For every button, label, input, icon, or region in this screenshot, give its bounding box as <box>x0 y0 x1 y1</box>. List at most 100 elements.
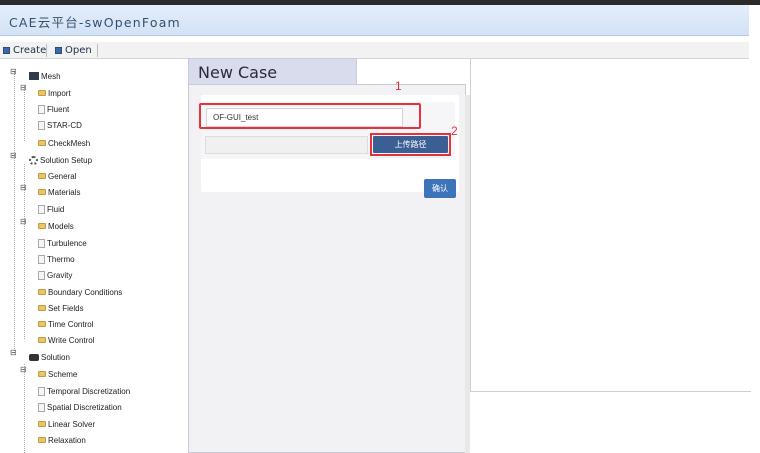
tree-item-boundary-conditions[interactable]: Boundary Conditions <box>38 286 122 298</box>
models-collapse-toggle[interactable]: ⊟ <box>20 217 27 226</box>
open-label: Open <box>65 45 92 56</box>
tree-item-label: Fluid <box>47 204 65 214</box>
tree-item-label: Gravity <box>47 270 73 280</box>
tree-item-label: Import <box>48 88 71 98</box>
file-icon <box>38 402 45 412</box>
tree-item-thermo[interactable]: Thermo <box>38 253 75 265</box>
file-icon <box>38 270 45 280</box>
folder-icon <box>38 289 46 295</box>
mesh-icon <box>29 72 39 80</box>
setup-collapse-toggle[interactable]: ⊟ <box>10 151 17 160</box>
app-title: CAE云平台-swOpenFoam <box>9 15 181 30</box>
tree-item-label: General <box>48 171 77 181</box>
tree-item-label: CheckMesh <box>48 138 91 148</box>
tree-item-label: Solution <box>41 352 70 362</box>
tree-item-label: Models <box>48 221 74 231</box>
tree-item-general[interactable]: General <box>38 170 76 182</box>
folder-icon <box>38 223 46 229</box>
folder-icon <box>38 371 46 377</box>
create-label: Create <box>13 45 47 56</box>
navigation-tree: ⊟ Mesh ⊟ Import Fluent STAR-CD CheckMesh… <box>0 62 186 453</box>
new-case-title: New Case <box>198 63 278 82</box>
toolbar: Create Open <box>0 42 749 59</box>
new-case-tab[interactable]: New Case <box>188 58 357 85</box>
tree-item-time-control[interactable]: Time Control <box>38 318 94 330</box>
tree-item-linear-solver[interactable]: Linear Solver <box>38 418 95 430</box>
file-icon <box>38 254 45 264</box>
tree-item-label: Mesh <box>41 71 61 81</box>
gear-icon <box>29 155 38 165</box>
tree-item-checkmesh[interactable]: CheckMesh <box>38 137 90 149</box>
title-bar: CAE云平台-swOpenFoam <box>0 5 749 36</box>
create-icon <box>3 47 10 54</box>
tree-item-scheme[interactable]: Scheme <box>38 368 77 380</box>
tree-item-label: Scheme <box>48 369 78 379</box>
folder-icon <box>38 305 46 311</box>
tree-item-label: Write Control <box>48 335 95 345</box>
confirm-button[interactable]: 确认 <box>424 179 456 198</box>
annotation-highlight-2 <box>370 133 451 156</box>
tree-item-label: Set Fields <box>48 303 84 313</box>
tree-guide <box>24 86 25 141</box>
tree-item-label: Fluent <box>47 104 70 114</box>
tree-item-turbulence[interactable]: Turbulence <box>38 237 87 249</box>
materials-collapse-toggle[interactable]: ⊟ <box>20 183 27 192</box>
folder-icon <box>38 173 46 179</box>
tree-item-spatial-discretization[interactable]: Spatial Discretization <box>38 401 122 413</box>
tree-item-temporal-discretization[interactable]: Temporal Discretization <box>38 385 130 397</box>
annotation-highlight-1 <box>199 103 421 129</box>
tree-item-materials[interactable]: Materials <box>38 186 80 198</box>
tree-item-label: STAR-CD <box>47 120 82 130</box>
tree-item-label: Relaxation <box>48 435 86 445</box>
tree-item-gravity[interactable]: Gravity <box>38 269 72 281</box>
annotation-label-2: 2 <box>451 124 458 138</box>
toolbar-separator <box>46 44 47 57</box>
tree-item-fluent[interactable]: Fluent <box>38 103 69 115</box>
folder-icon <box>38 421 46 427</box>
tree-item-models[interactable]: Models <box>38 220 74 232</box>
tree-item-solution-setup[interactable]: Solution Setup <box>29 154 92 166</box>
tree-item-starcd[interactable]: STAR-CD <box>38 119 82 131</box>
tree-guide <box>14 71 15 353</box>
folder-icon <box>38 90 46 96</box>
upload-path-field[interactable] <box>205 136 368 154</box>
tree-item-label: Solution Setup <box>40 155 93 165</box>
workspace-area <box>470 59 751 392</box>
folder-icon <box>38 189 46 195</box>
toolbar-separator <box>97 44 98 57</box>
scheme-collapse-toggle[interactable]: ⊟ <box>20 365 27 374</box>
tree-item-label: Turbulence <box>47 238 87 248</box>
import-collapse-toggle[interactable]: ⊟ <box>20 83 27 92</box>
tree-item-solution[interactable]: Solution <box>29 351 70 363</box>
tree-item-label: Temporal Discretization <box>47 386 131 396</box>
tree-item-relaxation[interactable]: Relaxation <box>38 434 86 446</box>
solution-collapse-toggle[interactable]: ⊟ <box>10 348 17 357</box>
tree-item-label: Linear Solver <box>48 419 96 429</box>
file-icon <box>38 104 45 114</box>
folder-icon <box>38 437 46 443</box>
tree-item-label: Spatial Discretization <box>47 402 122 412</box>
file-icon <box>38 204 45 214</box>
open-icon <box>55 47 62 54</box>
tree-item-label: Materials <box>48 187 81 197</box>
tree-item-fluid[interactable]: Fluid <box>38 203 64 215</box>
tree-item-mesh[interactable]: Mesh <box>29 70 61 82</box>
tree-guide <box>24 364 25 453</box>
tree-item-label: Time Control <box>48 319 94 329</box>
file-icon <box>38 120 45 130</box>
annotation-label-1: 1 <box>395 79 402 93</box>
create-button[interactable]: Create <box>3 43 46 58</box>
folder-icon <box>38 140 46 146</box>
folder-icon <box>38 337 46 343</box>
tree-item-write-control[interactable]: Write Control <box>38 334 95 346</box>
tree-item-label: Boundary Conditions <box>48 287 123 297</box>
tree-item-import[interactable]: Import <box>38 87 71 99</box>
tree-item-set-fields[interactable]: Set Fields <box>38 302 84 314</box>
solution-icon <box>29 353 39 361</box>
folder-icon <box>38 321 46 327</box>
open-button[interactable]: Open <box>55 43 92 58</box>
mesh-collapse-toggle[interactable]: ⊟ <box>10 67 17 76</box>
file-icon <box>38 238 45 248</box>
tree-item-label: Thermo <box>47 254 75 264</box>
file-icon <box>38 386 45 396</box>
